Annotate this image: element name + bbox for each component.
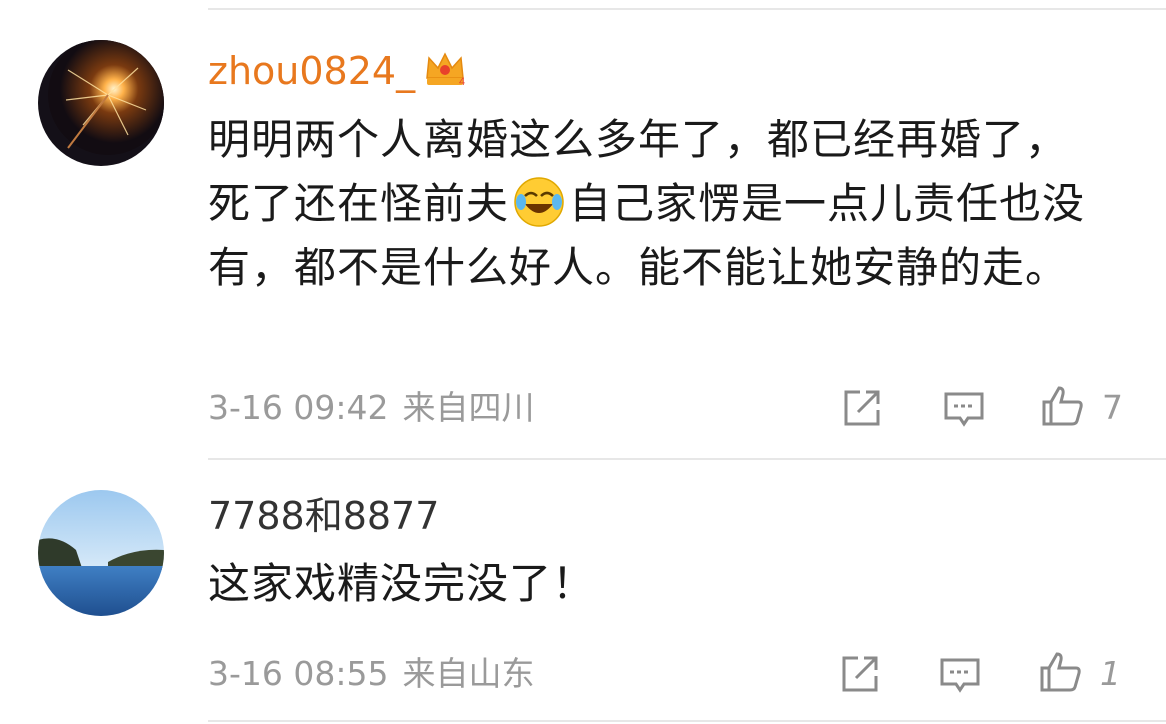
- comment-meta: 3-16 08:55 来自山东: [208, 654, 535, 694]
- share-icon[interactable]: [840, 386, 884, 430]
- comment-text: 明明两个人离婚这么多年了，都已经再婚了，死了还在怪前夫 自己家愣是一点儿责任也没…: [208, 108, 1108, 300]
- reply-icon[interactable]: [938, 654, 982, 698]
- comment-location: 来自四川: [402, 388, 535, 427]
- comment-date: 3-16 08:55: [208, 654, 389, 693]
- share-icon[interactable]: [838, 652, 882, 696]
- username-text[interactable]: zhou0824_: [208, 49, 415, 93]
- comment-location: 来自山东: [402, 654, 535, 693]
- avatar[interactable]: [38, 40, 164, 166]
- avatar[interactable]: [38, 490, 164, 616]
- username[interactable]: zhou0824_ 4: [208, 48, 467, 93]
- reply-icon[interactable]: [942, 388, 986, 432]
- like-count: 7: [1102, 388, 1123, 427]
- comment-divider: [208, 458, 1166, 460]
- comment-date: 3-16 09:42: [208, 388, 389, 427]
- like-icon[interactable]: [1038, 650, 1082, 694]
- comment-text: 这家戏精没完没了！: [208, 559, 596, 608]
- like-count: 1: [1100, 654, 1121, 693]
- top-divider: [208, 8, 1166, 10]
- username[interactable]: 7788和8877: [208, 494, 439, 538]
- bottom-divider: [208, 720, 1166, 722]
- svg-text:4: 4: [459, 76, 465, 88]
- laugh-cry-emoji-icon: [513, 176, 565, 228]
- like-icon[interactable]: [1040, 384, 1084, 428]
- crown-icon: 4: [423, 48, 467, 88]
- comment-meta: 3-16 09:42 来自四川: [208, 388, 535, 428]
